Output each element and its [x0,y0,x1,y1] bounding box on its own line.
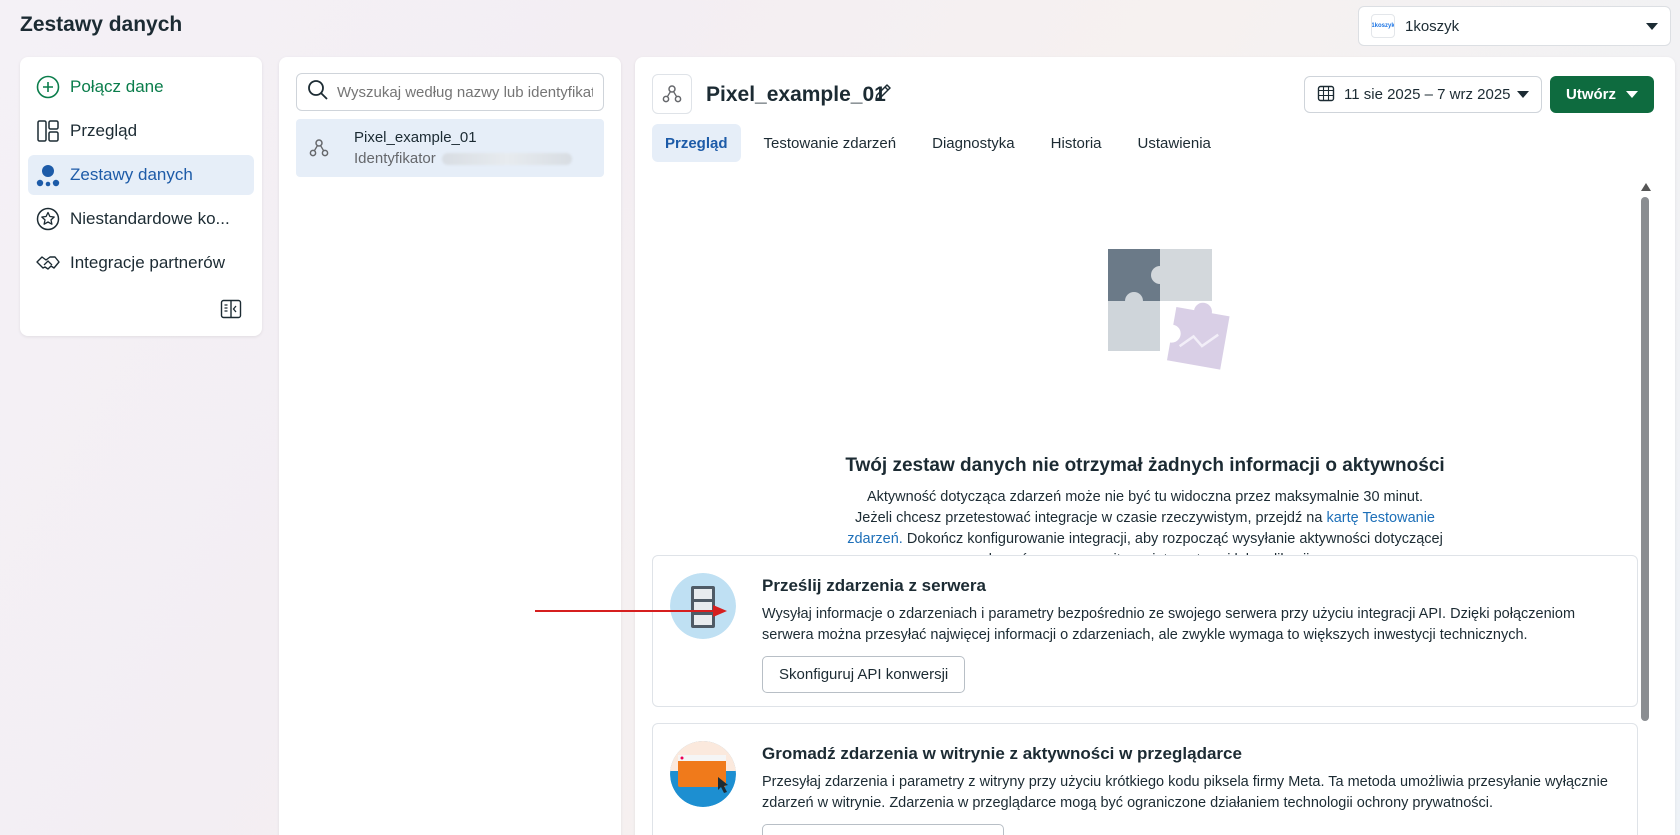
calendar-icon [1317,84,1335,106]
dataset-node-icon [652,74,692,114]
card-description: Przesyłaj zdarzenia i parametry z witryn… [762,774,1608,811]
datasets-icon [36,163,60,187]
empty-state-title: Twój zestaw danych nie otrzymał żadnych … [845,455,1445,476]
dataset-id-label: Identyfikator [354,150,436,167]
tab-diagnostics[interactable]: Diagnostyka [919,124,1028,162]
collapse-sidebar-icon[interactable] [220,298,242,320]
sidebar-item-label: Zestawy danych [70,165,193,184]
tab-test-events[interactable]: Testowanie zdarzeń [751,124,910,162]
sidebar-item-label: Niestandardowe ko... [70,209,230,228]
sidebar: Połącz dane Przegląd Zestawy danych Nies… [20,57,262,336]
dataset-detail-panel: Pixel_example_01 11 sie 2025 – 7 wrz 202… [635,57,1675,835]
plus-circle-icon [36,75,60,99]
scroll-up-icon[interactable] [1641,183,1651,191]
pencil-icon[interactable] [873,82,893,102]
create-button[interactable]: Utwórz [1550,76,1654,113]
dataset-list-panel: Pixel_example_01 Identyfikator [279,57,621,835]
account-selector[interactable]: 1koszyk 1koszyk [1358,6,1671,46]
tab-bar: Przegląd Testowanie zdarzeń Diagnostyka … [652,124,1234,162]
dataset-title: Pixel_example_01 [706,83,886,106]
list-item[interactable]: Pixel_example_01 Identyfikator [296,119,604,177]
browser-events-card: Gromadź zdarzenia w witrynie z aktywnośc… [652,723,1638,835]
puzzle-illustration [1082,249,1242,379]
tab-overview[interactable]: Przegląd [652,124,741,162]
star-badge-icon [36,207,60,231]
empty-state-line2-pre: Jeżeli chcesz przetestować integracje w … [855,510,1327,526]
configure-conversions-api-button[interactable]: Skonfiguruj API konwersji [762,656,966,693]
overview-content: Twój zestaw danych nie otrzymał żadnych … [652,169,1652,835]
account-logo: 1koszyk [1371,14,1395,38]
chevron-down-icon [1646,22,1658,30]
tab-settings[interactable]: Ustawienia [1125,124,1224,162]
sidebar-item-label: Przegląd [70,121,138,140]
page-title: Zestawy danych [20,13,183,36]
dataset-name: Pixel_example_01 [354,129,477,146]
redacted-id [441,152,572,165]
search-box[interactable] [296,73,604,111]
card-description: Wysyłaj informacje o zdarzeniach i param… [762,606,1576,643]
empty-state-line1: Aktywność dotycząca zdarzeń może nie być… [866,489,1424,505]
date-range-picker[interactable]: 11 sie 2025 – 7 wrz 2025 [1304,76,1542,113]
card-title: Prześlij zdarzenia z serwera [762,576,986,595]
sidebar-item-overview[interactable]: Przegląd [28,111,254,151]
sidebar-item-label: Integracje partnerów [70,253,225,272]
chevron-down-icon [1626,91,1638,98]
handshake-icon [36,251,60,275]
sidebar-item-datasets[interactable]: Zestawy danych [28,155,254,195]
sidebar-item-partner-integrations[interactable]: Integracje partnerów [28,243,254,283]
chevron-down-icon [1517,91,1529,98]
connect-data-button[interactable]: Połącz dane [28,67,254,107]
dataset-id: Identyfikator [354,150,572,167]
dashboard-icon [36,119,60,143]
dataset-node-icon [306,135,332,161]
configure-meta-pixel-button[interactable]: Konfiguracja piksela firmy Meta [762,824,1005,835]
create-label: Utwórz [1566,86,1616,103]
sidebar-item-custom-conversions[interactable]: Niestandardowe ko... [28,199,254,239]
card-title: Gromadź zdarzenia w witrynie z aktywnośc… [762,744,1242,763]
date-range-label: 11 sie 2025 – 7 wrz 2025 [1344,86,1511,103]
search-icon [307,79,329,106]
tab-history[interactable]: Historia [1038,124,1115,162]
server-events-card: Prześlij zdarzenia z serwera Wysyłaj inf… [652,555,1638,707]
annotation-arrow-icon [535,604,730,618]
browser-window-icon [670,741,736,807]
connect-data-label: Połącz dane [70,77,164,96]
account-name: 1koszyk [1405,17,1460,35]
search-input[interactable] [337,83,593,101]
scrollbar-thumb[interactable] [1641,197,1649,721]
